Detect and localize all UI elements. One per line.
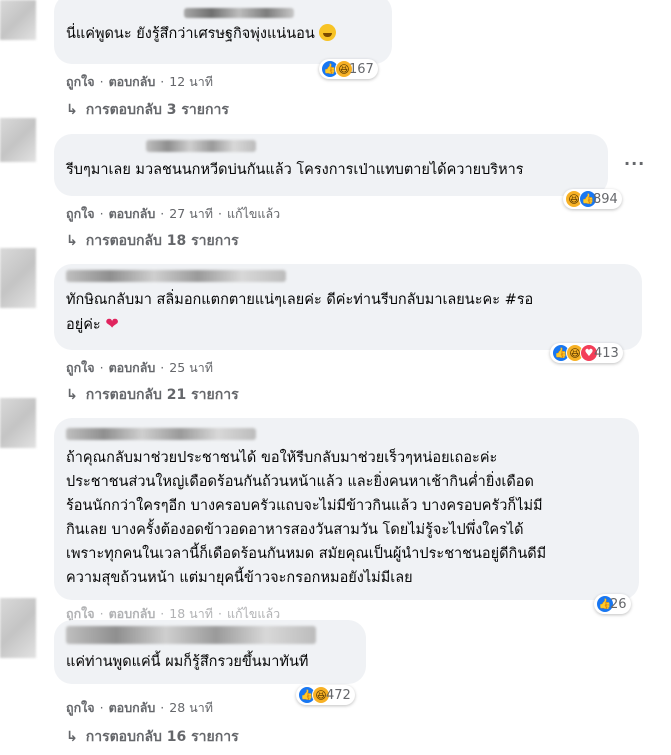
like-button[interactable]: ถูกใจ — [66, 606, 95, 621]
comment-actions: ถูกใจ · ตอบกลับ · 25 นาที — [66, 360, 213, 375]
reply-button[interactable]: ตอบกลับ — [109, 700, 156, 715]
commenter-name[interactable] — [66, 270, 286, 282]
avatar[interactable] — [0, 248, 36, 308]
comment-text: ทักษิณกลับมา สลิ่มอกแตกตายแน่ๆเลยค่ะ ดีค… — [66, 292, 534, 333]
reply-arrow-icon: ↳ — [66, 729, 78, 745]
timestamp[interactable]: 27 นาที — [169, 206, 213, 221]
comment-text: แค่ท่านพูดแค่นี้ ผมก็รู้สึกรวยขึ้นมาทันท… — [66, 654, 309, 670]
reply-button[interactable]: ตอบกลับ — [109, 206, 156, 221]
comment-actions: ถูกใจ · ตอบกลับ · 12 นาที — [66, 74, 213, 89]
edited-label[interactable]: แก้ไขแล้ว — [227, 206, 280, 221]
like-button[interactable]: ถูกใจ — [66, 360, 95, 375]
comment-bubble: แค่ท่านพูดแค่นี้ ผมก็รู้สึกรวยขึ้นมาทันท… — [54, 620, 366, 684]
commenter-name[interactable] — [146, 140, 256, 152]
view-replies-link[interactable]: ↳ การตอบกลับ 18 รายการ — [66, 230, 239, 252]
reply-button[interactable]: ตอบกลับ — [109, 360, 156, 375]
reply-arrow-icon: ↳ — [66, 233, 78, 249]
replies-label: การตอบกลับ 3 รายการ — [85, 102, 229, 118]
reaction-count: 167 — [349, 61, 374, 77]
comment-actions: ถูกใจ · ตอบกลับ · 27 นาที · แก้ไขแล้ว — [66, 206, 281, 221]
comment-actions: ถูกใจ · ตอบกลับ · 28 นาที — [66, 700, 213, 715]
replies-label: การตอบกลับ 21 รายการ — [85, 387, 239, 403]
avatar[interactable] — [0, 0, 36, 40]
edited-label[interactable]: แก้ไขแล้ว — [227, 606, 280, 621]
timestamp[interactable]: 18 นาที — [169, 606, 213, 621]
reply-button[interactable]: ตอบกลับ — [109, 74, 156, 89]
reaction-summary[interactable]: 👍 😆 472 — [296, 685, 355, 705]
timestamp[interactable]: 12 นาที — [169, 74, 213, 89]
grin-emoji-icon — [319, 24, 337, 41]
reaction-count: 894 — [593, 191, 618, 207]
reaction-count: 472 — [326, 687, 351, 703]
commenter-name[interactable] — [184, 2, 294, 21]
view-replies-link[interactable]: ↳ การตอบกลับ 16 รายการ — [66, 726, 239, 748]
reaction-summary[interactable]: 👍 😆 167 — [319, 59, 378, 79]
comment-bubble: ทักษิณกลับมา สลิ่มอกแตกตายแน่ๆเลยค่ะ ดีค… — [54, 264, 642, 350]
avatar[interactable] — [0, 398, 36, 448]
more-options-icon[interactable]: ··· — [624, 154, 645, 173]
reply-arrow-icon: ↳ — [66, 102, 78, 118]
avatar[interactable] — [0, 118, 36, 162]
like-button[interactable]: ถูกใจ — [66, 206, 95, 221]
reaction-summary[interactable]: 👍 26 — [594, 594, 631, 614]
reaction-summary[interactable]: 😆 👍 894 — [563, 189, 622, 209]
view-replies-link[interactable]: ↳ การตอบกลับ 3 รายการ — [66, 99, 229, 121]
reply-button[interactable]: ตอบกลับ — [109, 606, 156, 621]
like-button[interactable]: ถูกใจ — [66, 700, 95, 715]
comment-text: นี่แค่พูดนะ ยังรู้สึกว่าเศรษฐกิจพุ่งแน่น… — [66, 22, 380, 46]
timestamp[interactable]: 25 นาที — [169, 360, 213, 375]
reaction-count: 26 — [610, 596, 627, 612]
commenter-name[interactable] — [66, 626, 316, 644]
avatar[interactable] — [0, 598, 36, 658]
comment-bubble: ถ้าคุณกลับมาช่วยประชาชนได้ ขอให้รีบกลับม… — [54, 418, 639, 600]
comment-text: รีบๆมาเลย มวลชนนกหวีดบ่นกันแล้ว โครงการเ… — [66, 162, 524, 178]
heart-emoji-icon: ❤ — [105, 314, 119, 333]
replies-label: การตอบกลับ 18 รายการ — [85, 233, 239, 249]
timestamp[interactable]: 28 นาที — [169, 700, 213, 715]
reply-arrow-icon: ↳ — [66, 387, 78, 403]
reaction-summary[interactable]: 👍 😆 ♥ 413 — [550, 343, 623, 363]
replies-label: การตอบกลับ 16 รายการ — [85, 729, 239, 745]
comment-bubble: นี่แค่พูดนะ ยังรู้สึกว่าเศรษฐกิจพุ่งแน่น… — [54, 0, 392, 64]
like-button[interactable]: ถูกใจ — [66, 74, 95, 89]
comment-bubble: รีบๆมาเลย มวลชนนกหวีดบ่นกันแล้ว โครงการเ… — [54, 134, 608, 196]
reaction-count: 413 — [594, 345, 619, 361]
commenter-name[interactable] — [66, 428, 256, 440]
view-replies-link[interactable]: ↳ การตอบกลับ 21 รายการ — [66, 384, 239, 406]
comment-text: ถ้าคุณกลับมาช่วยประชาชนได้ ขอให้รีบกลับม… — [66, 450, 547, 586]
